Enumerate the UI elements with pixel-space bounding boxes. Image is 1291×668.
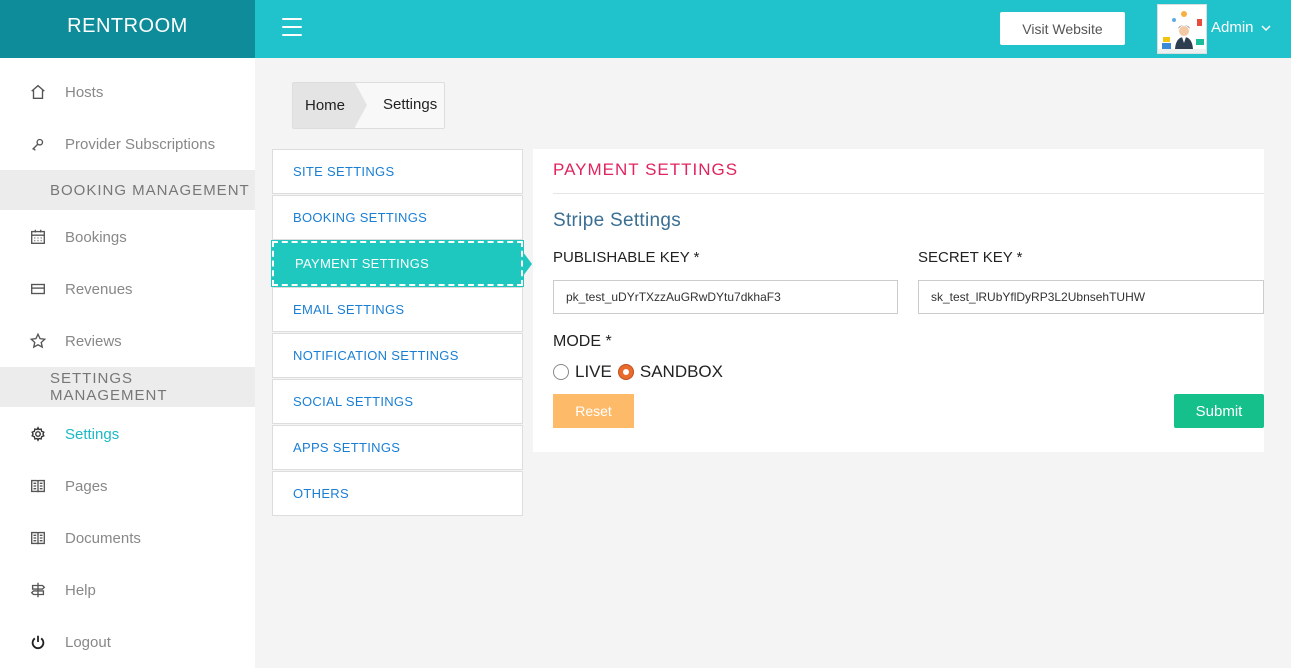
sidebar-item-label: Hosts bbox=[65, 83, 104, 101]
secret-key-label: SECRET KEY * bbox=[918, 249, 1023, 266]
mode-label: MODE * bbox=[553, 333, 612, 350]
sidebar-item-label: Reviews bbox=[65, 332, 122, 350]
sidebar-item-label: Settings bbox=[65, 425, 120, 443]
avatar-illustration-icon bbox=[1158, 5, 1206, 53]
settings-tabs: SITE SETTINGS BOOKING SETTINGS PAYMENT S… bbox=[271, 149, 524, 517]
tab-apps-settings[interactable]: APPS SETTINGS bbox=[272, 425, 523, 470]
book-icon bbox=[28, 528, 48, 548]
tab-booking-settings[interactable]: BOOKING SETTINGS bbox=[272, 195, 523, 240]
sidebar-item-label: Bookings bbox=[65, 228, 127, 246]
sidebar-item-provider-subscriptions[interactable]: Provider Subscriptions bbox=[0, 118, 255, 170]
home-icon bbox=[28, 82, 48, 102]
sidebar-item-label: Help bbox=[65, 581, 96, 599]
visit-website-button[interactable]: Visit Website bbox=[1000, 12, 1125, 45]
sidebar-item-bookings[interactable]: Bookings bbox=[0, 211, 255, 263]
publishable-key-label: PUBLISHABLE KEY * bbox=[553, 249, 700, 266]
reset-button[interactable]: Reset bbox=[553, 394, 634, 428]
tab-site-settings[interactable]: SITE SETTINGS bbox=[272, 149, 523, 194]
publishable-key-input[interactable] bbox=[553, 280, 898, 314]
sidebar-item-label: Provider Subscriptions bbox=[65, 135, 216, 153]
submit-button[interactable]: Submit bbox=[1174, 394, 1264, 428]
sidebar-item-label: Revenues bbox=[65, 280, 133, 298]
sidebar: RENTROOM Hosts Provider Subscriptions BO… bbox=[0, 0, 255, 668]
payment-settings-panel: PAYMENT SETTINGS Stripe Settings PUBLISH… bbox=[533, 149, 1264, 452]
section-settings-management: SETTINGS MANAGEMENT bbox=[0, 367, 255, 407]
mode-sandbox-radio[interactable] bbox=[617, 364, 634, 380]
sidebar-item-label: Logout bbox=[65, 633, 111, 651]
panel-title: PAYMENT SETTINGS bbox=[553, 160, 739, 179]
sidebar-item-label: Documents bbox=[65, 529, 141, 547]
tab-others[interactable]: OTHERS bbox=[272, 471, 523, 516]
sidebar-item-documents[interactable]: Documents bbox=[0, 512, 255, 564]
star-icon bbox=[28, 331, 48, 351]
section-booking-management: BOOKING MANAGEMENT bbox=[0, 170, 255, 210]
user-menu[interactable]: Admin bbox=[1211, 19, 1271, 36]
avatar[interactable] bbox=[1157, 4, 1207, 54]
chevron-down-icon bbox=[1261, 24, 1271, 31]
sidebar-item-pages[interactable]: Pages bbox=[0, 460, 255, 512]
sidebar-item-label: Pages bbox=[65, 477, 108, 495]
gear-icon bbox=[28, 424, 48, 444]
mode-live-label: LIVE bbox=[575, 362, 612, 381]
breadcrumb: Home Settings bbox=[292, 82, 445, 129]
signpost-icon bbox=[28, 580, 48, 600]
mode-radio-group: LIVE SANDBOX bbox=[553, 362, 729, 382]
breadcrumb-current: Settings bbox=[383, 96, 438, 113]
sidebar-item-revenues[interactable]: Revenues bbox=[0, 263, 255, 315]
sidebar-item-reviews[interactable]: Reviews bbox=[0, 315, 255, 367]
calendar-icon bbox=[28, 227, 48, 247]
key-icon bbox=[28, 134, 48, 154]
breadcrumb-home[interactable]: Home bbox=[293, 83, 367, 128]
tab-notification-settings[interactable]: NOTIFICATION SETTINGS bbox=[272, 333, 523, 378]
stripe-settings-heading: Stripe Settings bbox=[553, 210, 682, 231]
hamburger-menu-icon[interactable] bbox=[282, 18, 302, 36]
mode-sandbox-label: SANDBOX bbox=[639, 362, 723, 381]
brand-logo[interactable]: RENTROOM bbox=[0, 0, 255, 58]
power-icon bbox=[28, 632, 48, 652]
book-icon bbox=[28, 476, 48, 496]
tab-payment-settings[interactable]: PAYMENT SETTINGS bbox=[271, 240, 524, 287]
credit-card-icon bbox=[28, 279, 48, 299]
divider bbox=[553, 193, 1264, 194]
secret-key-input[interactable] bbox=[918, 280, 1264, 314]
sidebar-item-logout[interactable]: Logout bbox=[0, 616, 255, 668]
sidebar-item-help[interactable]: Help bbox=[0, 564, 255, 616]
sidebar-item-hosts[interactable]: Hosts bbox=[0, 66, 255, 118]
mode-live-radio[interactable] bbox=[553, 364, 569, 380]
topbar: Visit Website Admin bbox=[255, 0, 1291, 58]
user-name: Admin bbox=[1211, 19, 1254, 36]
tab-email-settings[interactable]: EMAIL SETTINGS bbox=[272, 287, 523, 332]
tab-social-settings[interactable]: SOCIAL SETTINGS bbox=[272, 379, 523, 424]
sidebar-item-settings[interactable]: Settings bbox=[0, 408, 255, 460]
